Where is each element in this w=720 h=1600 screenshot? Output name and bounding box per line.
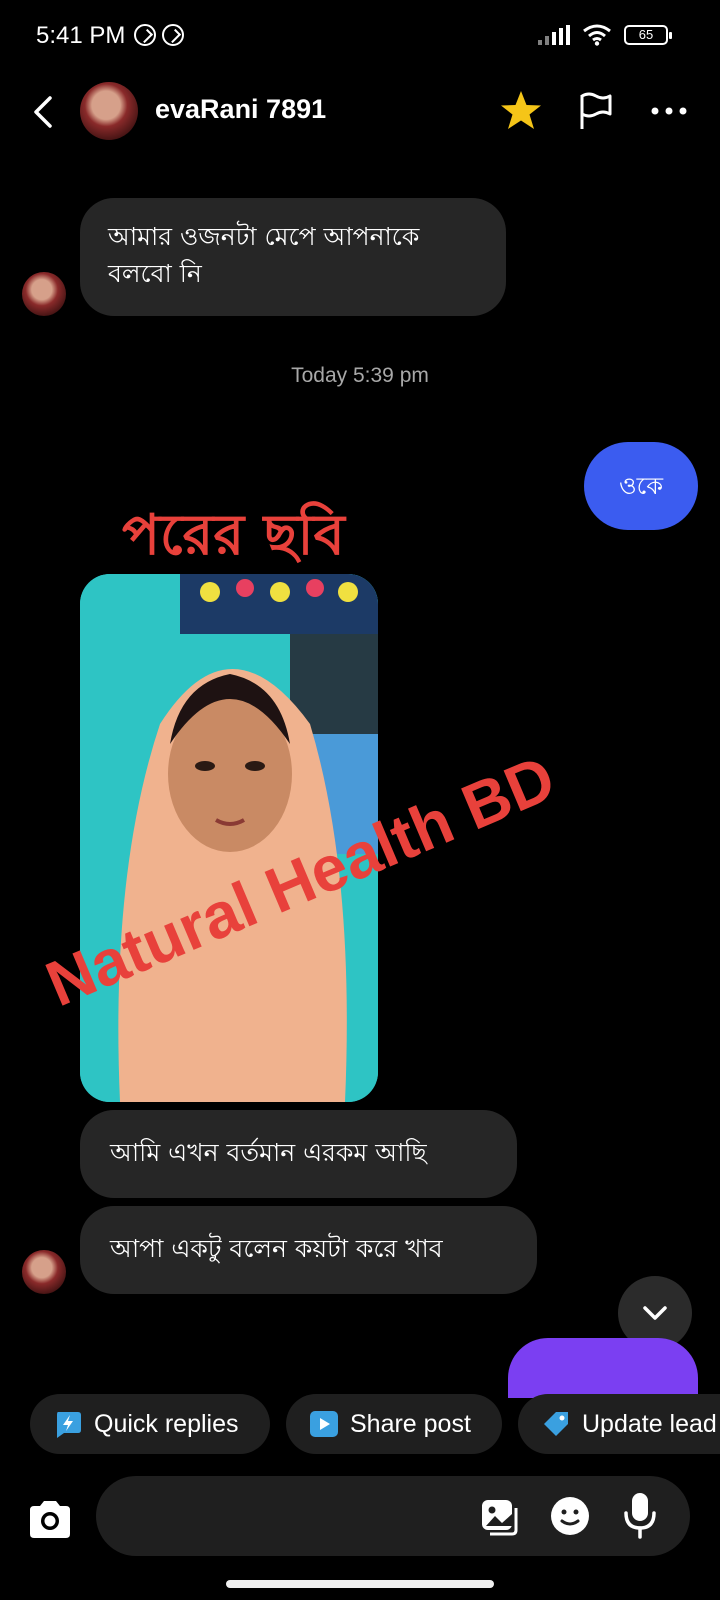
sender-avatar bbox=[22, 1250, 66, 1294]
message-input-container[interactable] bbox=[96, 1476, 690, 1556]
update-lead-label: Update lead bbox=[582, 1409, 717, 1438]
update-lead-button[interactable]: Update lead bbox=[518, 1394, 720, 1454]
microphone-icon[interactable] bbox=[618, 1490, 662, 1540]
signal-icon bbox=[538, 25, 570, 45]
outgoing-message-partial[interactable] bbox=[508, 1338, 698, 1398]
status-time: 5:41 PM bbox=[36, 22, 126, 49]
quick-replies-label: Quick replies bbox=[94, 1409, 239, 1438]
star-icon[interactable] bbox=[498, 88, 544, 134]
flag-icon[interactable] bbox=[575, 90, 617, 132]
sticker-icon[interactable] bbox=[548, 1494, 592, 1538]
incoming-message[interactable]: আমি এখন বর্তমান এরকম আছি bbox=[80, 1110, 517, 1198]
home-indicator[interactable] bbox=[226, 1580, 494, 1588]
tag-icon bbox=[544, 1412, 568, 1436]
system-status: 65 bbox=[538, 24, 672, 46]
camera-icon[interactable] bbox=[22, 1492, 78, 1548]
lightning-icon bbox=[57, 1412, 81, 1438]
incoming-message[interactable]: আমার ওজনটা মেপে আপনাকে বলবো নি bbox=[80, 198, 506, 316]
play-icon bbox=[310, 1411, 338, 1437]
contact-avatar[interactable] bbox=[80, 82, 138, 140]
more-icon[interactable] bbox=[648, 90, 690, 132]
sender-avatar bbox=[22, 272, 66, 316]
message-composer bbox=[0, 1476, 720, 1560]
battery-icon: 65 bbox=[624, 25, 672, 45]
notification-icons bbox=[134, 24, 184, 46]
contact-name[interactable]: evaRani 7891 bbox=[155, 94, 326, 125]
notification-icon bbox=[162, 24, 184, 46]
quick-replies-button[interactable]: Quick replies bbox=[30, 1394, 270, 1454]
share-post-label: Share post bbox=[350, 1409, 471, 1438]
notification-icon bbox=[134, 24, 156, 46]
outgoing-message[interactable]: ওকে bbox=[584, 442, 698, 530]
quick-actions-bar: Quick replies Share post Update lead bbox=[0, 1394, 720, 1458]
overlay-title: পরের ছবি bbox=[122, 503, 345, 568]
wifi-icon bbox=[583, 24, 611, 46]
status-bar: 5:41 PM 65 bbox=[0, 0, 720, 76]
message-timestamp: Today 5:39 pm bbox=[291, 364, 429, 387]
incoming-message[interactable]: আপা একটু বলেন কয়টা করে খাব bbox=[80, 1206, 537, 1294]
gallery-icon[interactable] bbox=[478, 1494, 522, 1538]
back-icon[interactable] bbox=[28, 92, 64, 132]
message-input[interactable] bbox=[120, 1494, 460, 1538]
share-post-button[interactable]: Share post bbox=[286, 1394, 502, 1454]
chat-header: evaRani 7891 bbox=[0, 76, 720, 148]
